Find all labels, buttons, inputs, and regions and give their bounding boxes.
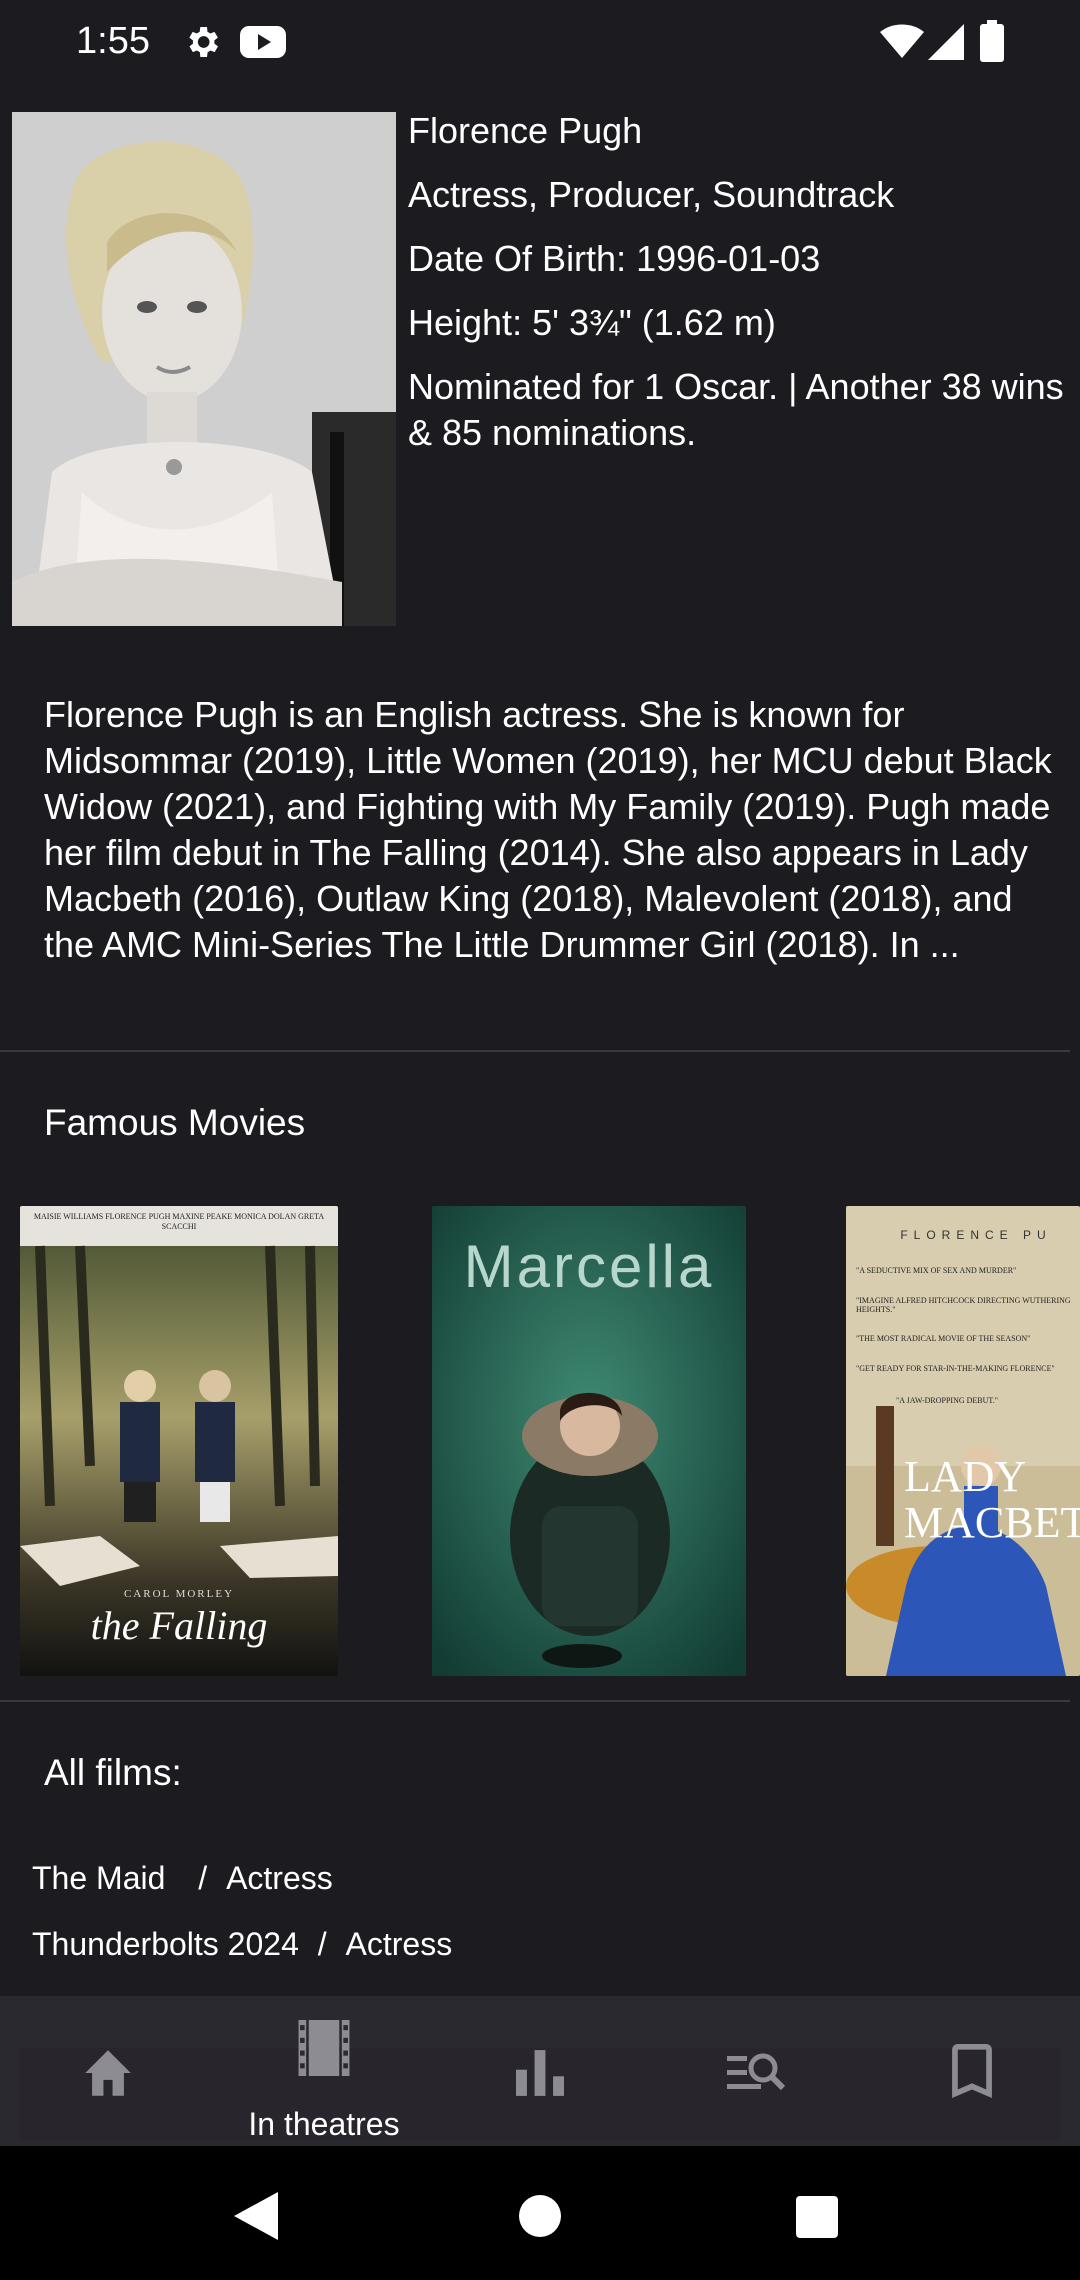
film-role: Actress	[345, 1926, 453, 1962]
poster-header: FLORENCE PU	[900, 1228, 1052, 1242]
poster-quote: "A JAW-DROPPING DEBUT."	[896, 1396, 998, 1405]
system-navigation-bar	[0, 2146, 1080, 2280]
biography[interactable]: Florence Pugh is an English actress. She…	[44, 692, 1054, 968]
nav-charts[interactable]	[432, 1996, 648, 2146]
actor-name: Florence Pugh	[408, 110, 643, 151]
poster-title: LADY MACBETH	[904, 1454, 1080, 1546]
awards: Nominated for 1 Oscar. | Another 38 wins…	[408, 366, 1064, 453]
nav-search[interactable]	[648, 1996, 864, 2146]
poster-title: Marcella	[463, 1233, 715, 1300]
battery-icon	[980, 20, 1004, 67]
poster-marcella[interactable]: Marcella	[432, 1206, 746, 1676]
film-separator: /	[317, 1926, 327, 1962]
poster-quote: "THE MOST RADICAL MOVIE OF THE SEASON"	[856, 1334, 1031, 1343]
profile-info: Florence Pugh Actress, Producer, Soundtr…	[408, 108, 1068, 474]
poster-director: CAROL MORLEY	[123, 1588, 235, 1600]
film-name: The Maid	[32, 1860, 166, 1896]
gear-icon	[182, 22, 222, 67]
poster-quote: "IMAGINE ALFRED HITCHCOCK DIRECTING WUTH…	[856, 1296, 1071, 1314]
bookmark-icon	[952, 2044, 992, 2098]
famous-movies-title: Famous Movies	[44, 1102, 306, 1143]
nav-in-theatres[interactable]: In theatres	[216, 1996, 432, 2146]
poster-the-falling[interactable]: MAISIE WILLIAMS FLORENCE PUGH MAXINE PEA…	[20, 1206, 338, 1676]
film-separator: /	[198, 1860, 208, 1896]
nav-label: In theatres	[248, 2106, 400, 2142]
bar-chart-icon	[516, 2050, 564, 2096]
divider	[0, 1050, 1070, 1052]
poster-quote: "A SEDUCTIVE MIX OF SEX AND MURDER"	[856, 1266, 1017, 1275]
date-of-birth: Date Of Birth: 1996-01-03	[408, 238, 821, 279]
poster-title: the Falling	[90, 1603, 268, 1648]
poster-credits: MAISIE WILLIAMS FLORENCE PUGH MAXINE PEA…	[33, 1212, 325, 1231]
search-list-icon	[727, 2053, 785, 2091]
film-row[interactable]: The Maid / Actress	[32, 1860, 333, 1897]
film-icon	[298, 2020, 350, 2076]
film-role: Actress	[226, 1860, 333, 1896]
wifi-icon	[880, 24, 924, 65]
bottom-navigation: In theatres	[0, 1996, 1080, 2146]
film-row[interactable]: Thunderbolts 2024 / Actress	[32, 1926, 452, 1963]
youtube-icon	[240, 24, 286, 65]
nav-bookmarks[interactable]	[864, 1996, 1080, 2146]
poster-lady-macbeth[interactable]: FLORENCE PU "A SEDUCTIVE MIX OF SEX AND …	[846, 1206, 1080, 1676]
home-circle-icon[interactable]	[518, 2194, 562, 2243]
home-icon	[85, 2050, 131, 2096]
recents-icon[interactable]	[796, 2196, 838, 2243]
height: Height: 5' 3¾" (1.62 m)	[408, 302, 776, 343]
nav-home[interactable]	[0, 1996, 216, 2146]
status-time: 1:55	[76, 20, 150, 62]
back-icon[interactable]	[234, 2192, 280, 2245]
poster-quote: "GET READY FOR STAR-IN-THE-MAKING FLOREN…	[856, 1364, 1055, 1373]
actor-roles: Actress, Producer, Soundtrack	[408, 174, 895, 215]
divider	[0, 1700, 1070, 1702]
status-bar: 1:55	[0, 0, 1080, 88]
all-films-title: All films:	[44, 1752, 182, 1793]
app-root: 1:55 Florence Pugh Actress, Producer, So…	[0, 0, 1080, 2280]
film-name: Thunderbolts 2024	[32, 1926, 299, 1962]
signal-icon	[928, 24, 964, 65]
profile-photo	[12, 112, 396, 626]
